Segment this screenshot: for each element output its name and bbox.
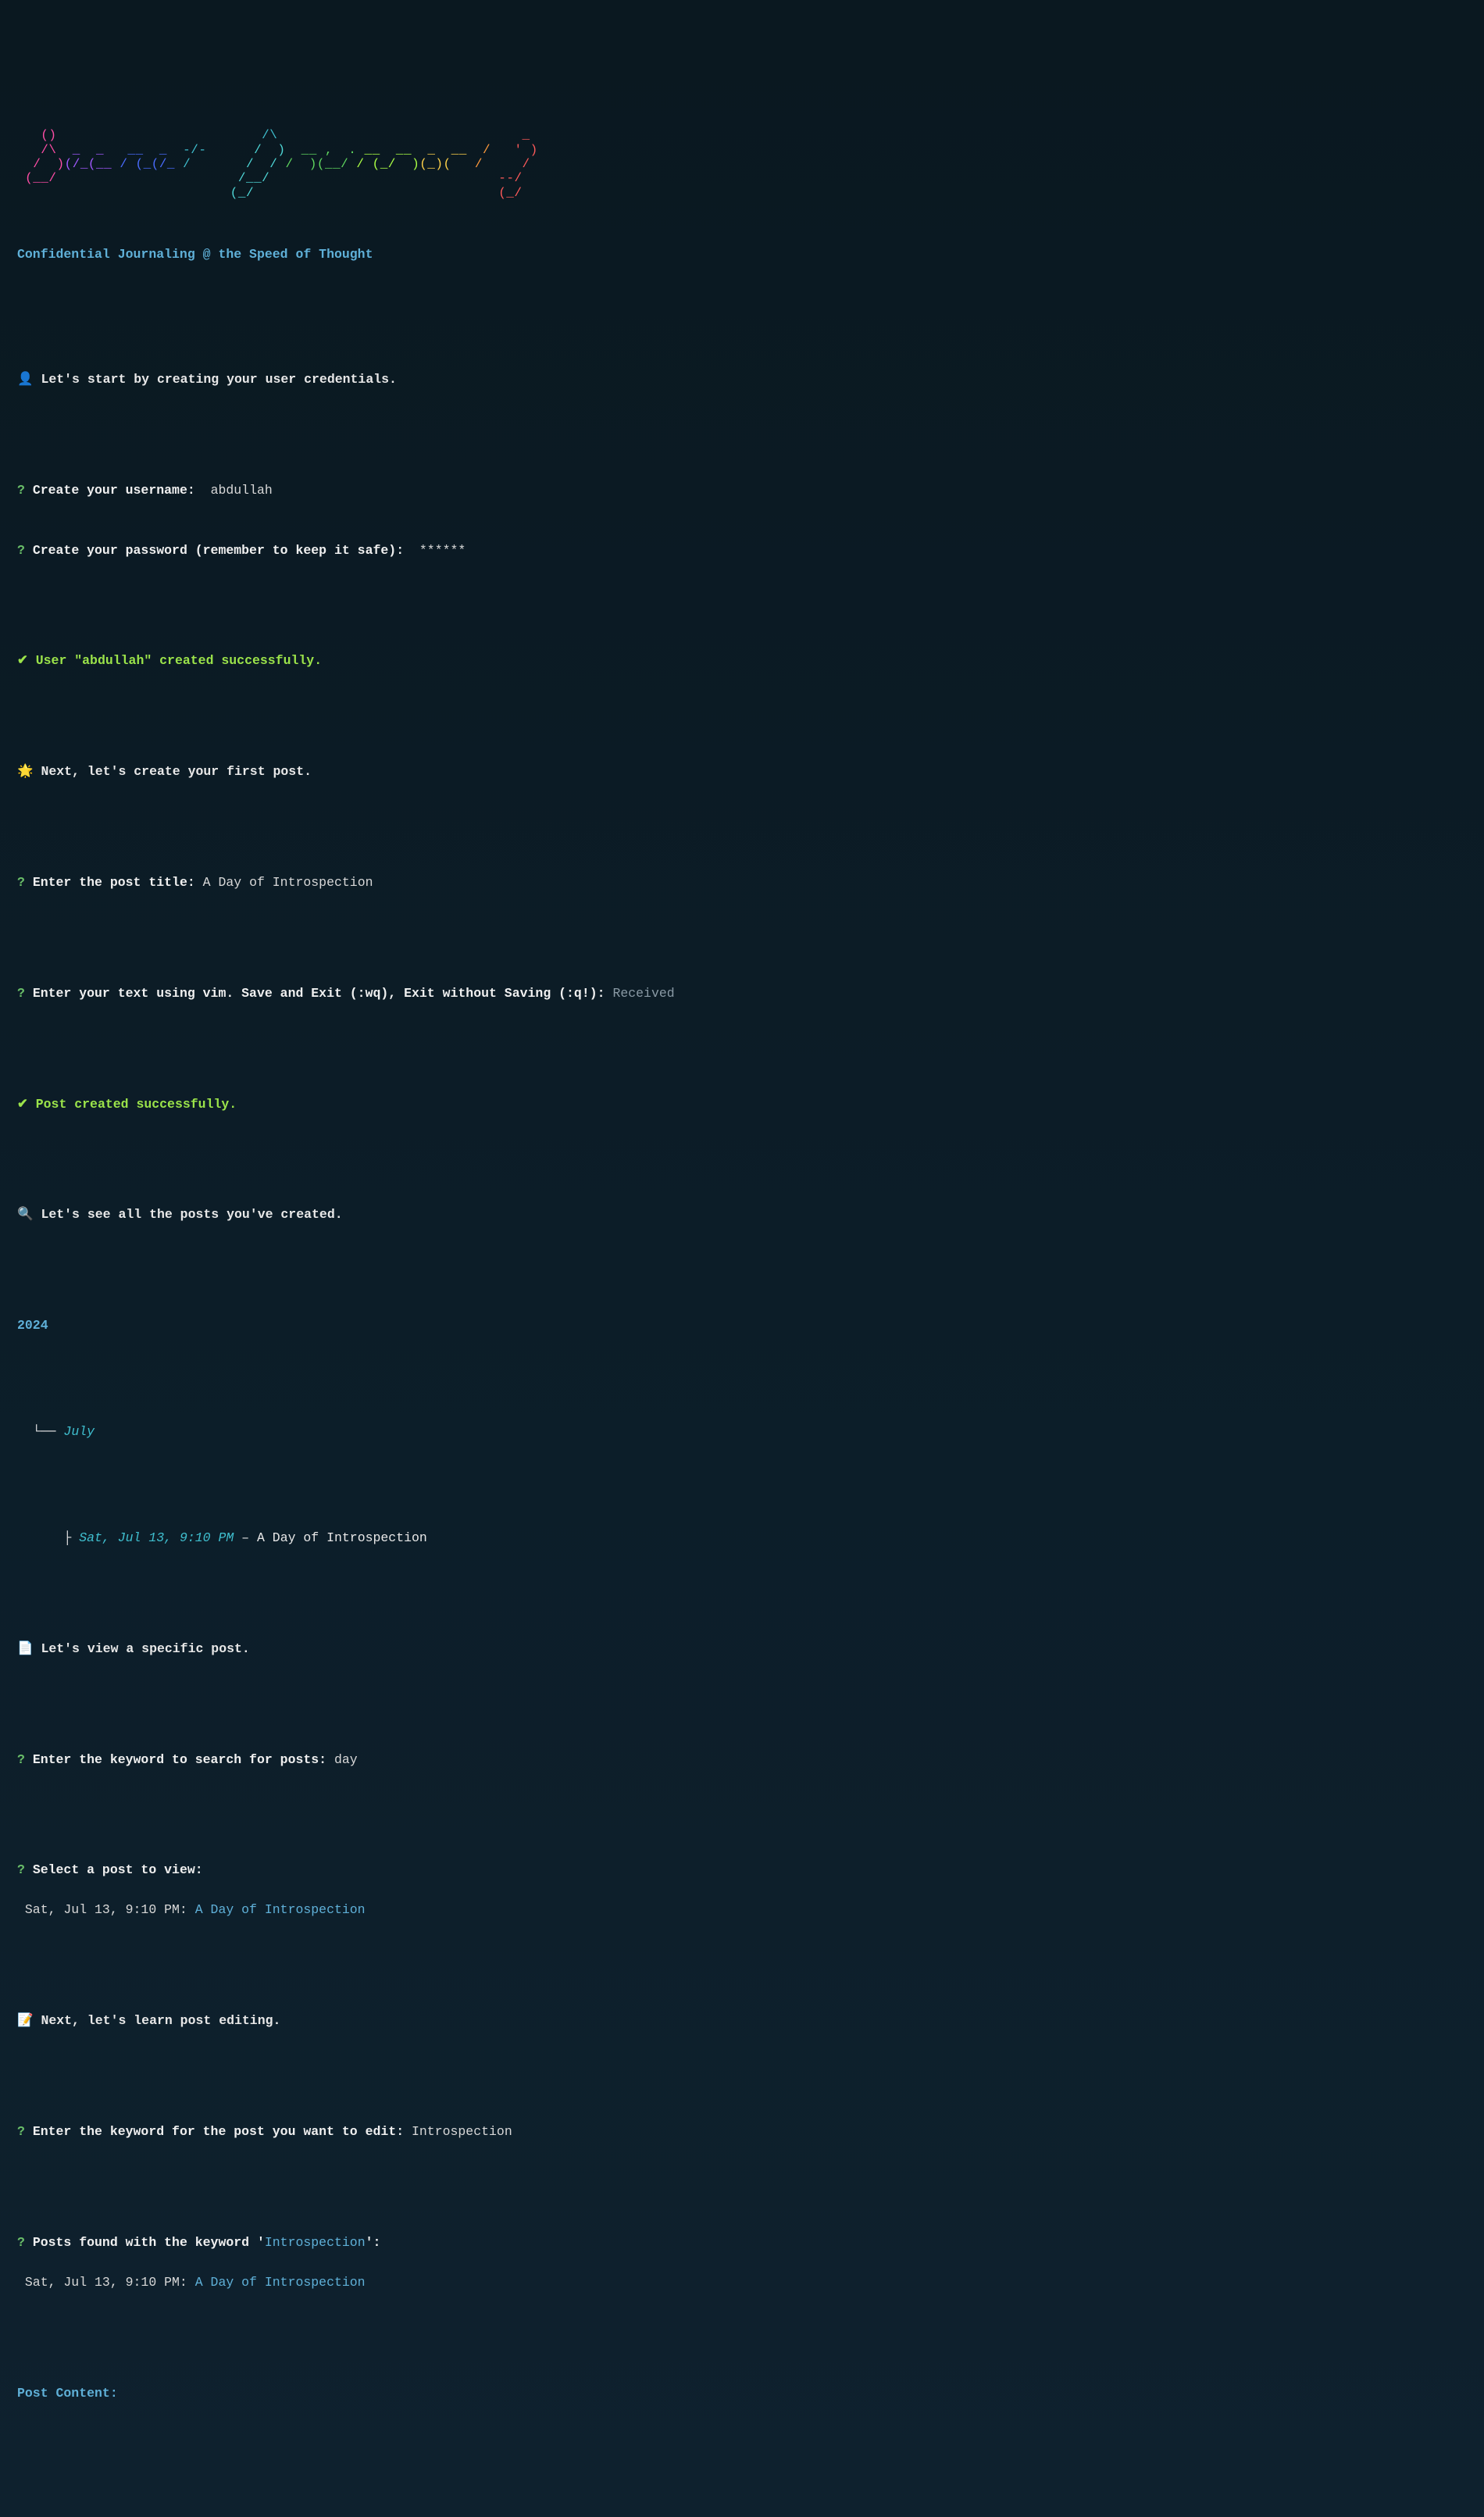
post-created-msg: Post created successfully. [36,1097,237,1112]
username-input[interactable]: abdullah [211,483,273,498]
found-title: A Day of Introspection [195,2275,366,2290]
search-input[interactable]: day [334,1752,358,1767]
first-post-intro: 🌟 Next, let's create your first post. [17,762,911,782]
view-all-text: Let's see all the posts you've created. [41,1207,342,1222]
vim-prompt-label: Enter your text using vim. Save and Exit… [33,986,605,1001]
question-mark-icon: ? [17,2124,25,2139]
post-title-row: ? Enter the post title: A Day of Introsp… [17,873,911,893]
post-created-row: ✔ Post created successfully. [17,1094,911,1115]
check-icon: ✔ [17,653,28,668]
entry-sep: – [234,1530,257,1545]
found-row: ? Posts found with the keyword 'Introspe… [17,2233,911,2253]
post-content-label: Post Content: [17,2386,118,2401]
found-date: Sat, Jul 13, 9:10 PM: [17,2275,187,2290]
edit-intro-row: 📝 Next, let's learn post editing. [17,2011,911,2031]
intro-text: Let's start by creating your user creden… [41,372,396,387]
question-mark-icon: ? [17,875,25,890]
password-prompt-label: Create your password (remember to keep i… [33,543,404,558]
ascii-logo: () /\ _ /\ _ _ __ _ -/- / ) __ , . __ __… [17,114,911,200]
edit-intro-text: Next, let's learn post editing. [41,2013,280,2028]
tree-branch-icon: └── [17,1424,63,1439]
user-created-row: ✔ User "abdullah" created successfully. [17,651,911,671]
select-prompt-row: ? Select a post to view: [17,1860,911,1880]
entry-date: Sat, Jul 13, 9:10 PM [79,1530,234,1545]
search-prompt-label: Enter the keyword to search for posts: [33,1752,326,1767]
entry-title: A Day of Introspection [257,1530,427,1545]
check-icon: ✔ [17,1097,28,1112]
vim-prompt-row: ? Enter your text using vim. Save and Ex… [17,984,911,1004]
intro-line: 👤 Let's start by creating your user cred… [17,370,911,390]
user-created-msg: User "abdullah" created successfully. [36,653,322,668]
username-prompt-label: Create your username: [33,483,195,498]
view-specific-intro: 📄 Let's view a specific post. [17,1639,911,1659]
search-prompt-row: ? Enter the keyword to search for posts:… [17,1750,911,1770]
year-heading: 2024 [17,1316,911,1336]
found-prefix: Posts found with the keyword ' [33,2235,265,2250]
select-result-row[interactable]: Sat, Jul 13, 9:10 PM: A Day of Introspec… [17,1900,911,1920]
edit-keyword-row: ? Enter the keyword for the post you wan… [17,2122,911,2142]
select-title: A Day of Introspection [195,1902,366,1917]
magnifier-icon: 🔍 [17,1207,34,1222]
document-icon: 📄 [17,1641,34,1656]
view-specific-text: Let's view a specific post. [41,1641,249,1656]
select-prompt-label: Select a post to view: [33,1862,203,1877]
view-all-intro: 🔍 Let's see all the posts you've created… [17,1205,911,1225]
subtitle: Confidential Journaling @ the Speed of T… [17,245,911,265]
month-label: July [63,1424,95,1439]
memo-icon: 📝 [17,2013,34,2028]
password-input[interactable]: ****** [419,543,466,558]
question-mark-icon: ? [17,1862,25,1877]
password-prompt-row: ? Create your password (remember to keep… [17,541,911,561]
star-icon: 🌟 [17,764,34,779]
tree-month-row: └── July [17,1422,911,1442]
tree-entry-row[interactable]: ├ Sat, Jul 13, 9:10 PM – A Day of Intros… [17,1528,911,1548]
post-content-header: Post Content: [17,2383,911,2404]
question-mark-icon: ? [17,1752,25,1767]
select-date: Sat, Jul 13, 9:10 PM: [17,1902,187,1917]
question-mark-icon: ? [17,483,25,498]
found-suffix: ': [366,2235,381,2250]
first-post-text: Next, let's create your first post. [41,764,312,779]
found-result-row[interactable]: Sat, Jul 13, 9:10 PM: A Day of Introspec… [17,2272,911,2293]
edit-keyword-prompt: Enter the keyword for the post you want … [33,2124,404,2139]
edit-keyword-input[interactable]: Introspection [412,2124,512,2139]
post-title-input[interactable]: A Day of Introspection [203,875,373,890]
vim-status: Received [612,986,674,1001]
username-prompt-row: ? Create your username: abdullah [17,480,911,501]
question-mark-icon: ? [17,986,25,1001]
question-mark-icon: ? [17,2235,25,2250]
tree-leaf-icon: ├ [17,1530,79,1545]
found-keyword: Introspection [265,2235,366,2250]
question-mark-icon: ? [17,543,25,558]
post-title-prompt: Enter the post title: [33,875,195,890]
user-icon: 👤 [17,372,34,387]
